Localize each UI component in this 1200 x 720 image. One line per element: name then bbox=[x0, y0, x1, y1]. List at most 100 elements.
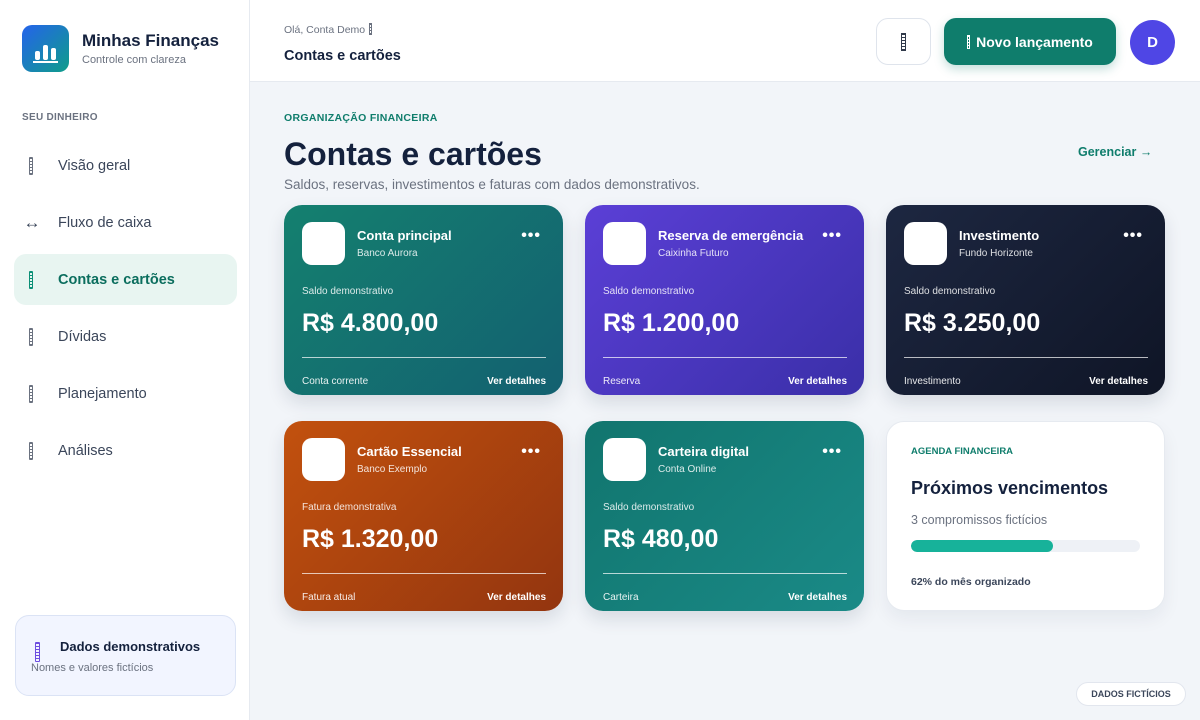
demo-data-title: Dados demonstrativos bbox=[60, 639, 201, 654]
card-name: Reserva de emergência bbox=[658, 228, 804, 243]
sidebar-section-label: SEU DINHEIRO bbox=[22, 112, 98, 123]
sidebar-item-label: Contas e cartões bbox=[58, 271, 175, 288]
bank-logo-icon bbox=[603, 222, 646, 265]
new-entry-label: Novo lançamento bbox=[976, 33, 1093, 50]
sidebar-item-label: Fluxo de caixa bbox=[58, 214, 152, 231]
bank-logo-icon bbox=[302, 222, 345, 265]
card-details-link[interactable]: Ver detalhes bbox=[788, 376, 847, 387]
debt-icon bbox=[24, 327, 38, 347]
bell-icon bbox=[901, 32, 906, 51]
manage-link[interactable]: Gerenciar → bbox=[1078, 145, 1152, 159]
card-amount: R$ 480,00 bbox=[603, 525, 719, 553]
dashboard-icon bbox=[24, 156, 38, 176]
card-institution: Caixinha Futuro bbox=[658, 248, 729, 259]
card-divider bbox=[302, 357, 546, 358]
plus-icon bbox=[967, 34, 971, 49]
card-balance-label: Fatura demonstrativa bbox=[302, 502, 397, 513]
card-details-link[interactable]: Ver detalhes bbox=[1089, 376, 1148, 387]
card-type: Carteira bbox=[603, 592, 639, 603]
more-options-icon[interactable]: ••• bbox=[822, 227, 842, 245]
card-institution: Conta Online bbox=[658, 464, 717, 475]
bank-logo-icon bbox=[302, 438, 345, 481]
card-institution: Banco Aurora bbox=[357, 248, 418, 259]
card-balance-label: Saldo demonstrativo bbox=[302, 286, 394, 297]
analytics-icon bbox=[24, 441, 38, 461]
card-balance-label: Saldo demonstrativo bbox=[603, 502, 695, 513]
sidebar-item-dividas[interactable]: Dívidas bbox=[14, 311, 237, 362]
agenda-count: 3 compromissos fictícios bbox=[911, 513, 1048, 527]
notifications-button[interactable] bbox=[876, 18, 931, 65]
brand-title: Minhas Finanças bbox=[82, 31, 219, 50]
sidebar-item-visao-geral[interactable]: Visão geral bbox=[14, 140, 237, 191]
sidebar-item-label: Análises bbox=[58, 442, 113, 459]
card-balance-label: Saldo demonstrativo bbox=[603, 286, 695, 297]
card-details-link[interactable]: Ver detalhes bbox=[487, 376, 546, 387]
wave-icon bbox=[369, 23, 373, 35]
card-details-link[interactable]: Ver detalhes bbox=[788, 592, 847, 603]
more-options-icon[interactable]: ••• bbox=[521, 227, 541, 245]
card-name: Investimento bbox=[959, 228, 1040, 243]
card-type: Fatura atual bbox=[302, 592, 356, 603]
sidebar-item-analises[interactable]: Análises bbox=[14, 425, 237, 476]
brand-subtitle: Controle com clareza bbox=[82, 54, 186, 66]
bank-logo-icon bbox=[603, 438, 646, 481]
planning-icon bbox=[24, 384, 38, 404]
sidebar-item-label: Planejamento bbox=[58, 385, 147, 402]
header-title: Contas e cartões bbox=[284, 48, 401, 64]
card-institution: Fundo Horizonte bbox=[959, 248, 1033, 259]
progress-label: 62% do mês organizado bbox=[911, 576, 1031, 588]
sidebar-item-label: Dívidas bbox=[58, 328, 107, 345]
agenda-card: AGENDA FINANCEIRA Próximos vencimentos 3… bbox=[886, 421, 1165, 611]
card-institution: Banco Exemplo bbox=[357, 464, 428, 475]
brand[interactable]: Minhas Finanças Controle com clareza bbox=[22, 25, 219, 72]
demo-data-notice: Dados demonstrativos Nomes e valores fic… bbox=[15, 615, 236, 696]
topbar: Olá, Conta Demo Contas e cartões Novo la… bbox=[250, 0, 1200, 82]
more-options-icon[interactable]: ••• bbox=[521, 443, 541, 461]
arrows-icon: ↔ bbox=[23, 212, 41, 232]
fictitious-data-badge: DADOS FICTÍCIOS bbox=[1076, 682, 1186, 706]
sidebar-item-planejamento[interactable]: Planejamento bbox=[14, 368, 237, 419]
card-divider bbox=[302, 573, 546, 574]
card-amount: R$ 3.250,00 bbox=[904, 309, 1041, 337]
card-amount: R$ 1.320,00 bbox=[302, 525, 439, 553]
card-amount: R$ 4.800,00 bbox=[302, 309, 439, 337]
greeting: Olá, Conta Demo bbox=[284, 23, 373, 36]
card-details-link[interactable]: Ver detalhes bbox=[487, 592, 546, 603]
sidebar-item-fluxo-de-caixa[interactable]: ↔ Fluxo de caixa bbox=[14, 197, 237, 248]
wallet-icon bbox=[24, 270, 38, 290]
card-name: Conta principal bbox=[357, 228, 452, 243]
sidebar-item-contas-e-cartoes[interactable]: Contas e cartões bbox=[14, 254, 237, 305]
card-divider bbox=[603, 573, 847, 574]
more-options-icon[interactable]: ••• bbox=[1123, 227, 1143, 245]
progress-track bbox=[911, 540, 1140, 552]
card-type: Conta corrente bbox=[302, 376, 369, 387]
bank-logo-icon bbox=[904, 222, 947, 265]
agenda-title: Próximos vencimentos bbox=[911, 478, 1109, 498]
bar-chart-logo-icon bbox=[22, 25, 69, 72]
card-type: Investimento bbox=[904, 376, 961, 387]
sidebar: Minhas Finanças Controle com clareza SEU… bbox=[0, 0, 250, 720]
card-balance-label: Saldo demonstrativo bbox=[904, 286, 996, 297]
account-card[interactable]: Investimento Fundo Horizonte ••• Saldo d… bbox=[886, 205, 1165, 395]
credit-card-card[interactable]: Cartão Essencial Banco Exemplo ••• Fatur… bbox=[284, 421, 563, 611]
more-options-icon[interactable]: ••• bbox=[822, 443, 842, 461]
card-amount: R$ 1.200,00 bbox=[603, 309, 740, 337]
card-divider bbox=[904, 357, 1148, 358]
agenda-eyebrow: AGENDA FINANCEIRA bbox=[911, 446, 1014, 457]
card-divider bbox=[603, 357, 847, 358]
card-type: Reserva bbox=[603, 376, 641, 387]
page-title: Contas e cartões bbox=[284, 136, 542, 172]
page-eyebrow: ORGANIZAÇÃO FINANCEIRA bbox=[284, 112, 438, 124]
card-name: Cartão Essencial bbox=[357, 444, 462, 459]
sidebar-item-label: Visão geral bbox=[58, 157, 131, 174]
demo-data-subtitle: Nomes e valores fictícios bbox=[31, 662, 154, 674]
avatar[interactable]: D bbox=[1130, 20, 1175, 65]
info-icon bbox=[35, 642, 40, 662]
account-card[interactable]: Carteira digital Conta Online ••• Saldo … bbox=[585, 421, 864, 611]
new-entry-button[interactable]: Novo lançamento bbox=[944, 18, 1116, 65]
page-subtitle: Saldos, reservas, investimentos e fatura… bbox=[284, 177, 700, 192]
account-card[interactable]: Conta principal Banco Aurora ••• Saldo d… bbox=[284, 205, 563, 395]
progress-fill bbox=[911, 540, 1053, 552]
account-card[interactable]: Reserva de emergência Caixinha Futuro ••… bbox=[585, 205, 864, 395]
sidebar-nav: Visão geral ↔ Fluxo de caixa Contas e ca… bbox=[14, 140, 237, 482]
